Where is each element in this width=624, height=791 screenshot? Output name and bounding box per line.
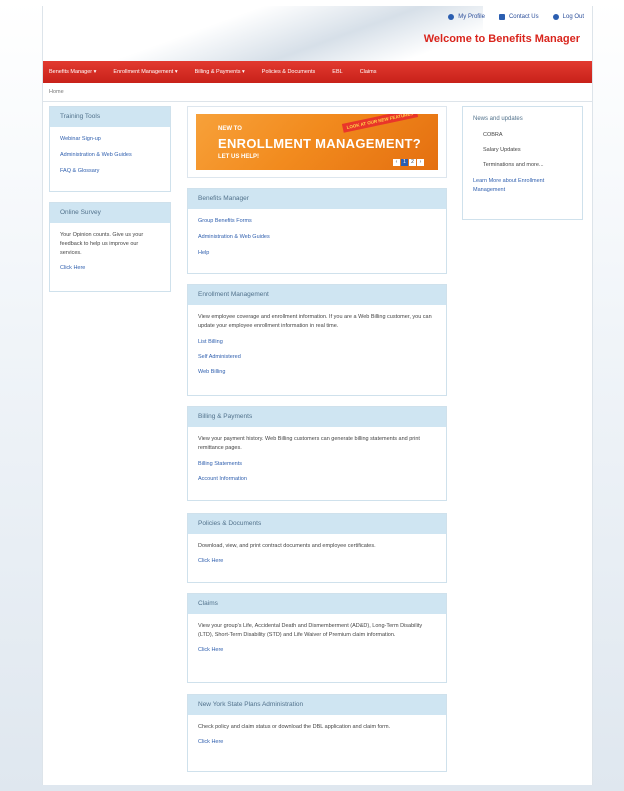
news-item-terminations: Terminations and more... (483, 162, 544, 168)
self-administered-link[interactable]: Self Administered (198, 353, 436, 362)
contact-us-link[interactable]: Contact Us (498, 14, 539, 20)
news-item-cobra: COBRA (483, 132, 503, 138)
online-survey-title: Online Survey (50, 203, 170, 223)
policies-documents-panel: Policies & Documents Download, view, and… (187, 513, 447, 583)
online-survey-panel: Online Survey Your Opinion counts. Give … (49, 202, 171, 292)
news-updates-panel: News and updates COBRA Salary Updates Te… (462, 106, 583, 220)
breadcrumb-home[interactable]: Home (49, 89, 64, 95)
claims-text: View your group's Life, Accidental Death… (198, 623, 423, 638)
survey-click-here-link[interactable]: Click Here (60, 264, 160, 273)
nav-enrollment-management[interactable]: Enrollment Management ▾ (113, 69, 177, 75)
main-nav: Benefits Manager ▾ Enrollment Management… (43, 61, 592, 83)
banner-headline: ENROLLMENT MANAGEMENT? (218, 136, 422, 151)
news-item-salary: Salary Updates (483, 147, 521, 153)
claims-panel: Claims View your group's Life, Accidenta… (187, 593, 447, 683)
nav-benefits-manager[interactable]: Benefits Manager ▾ (49, 69, 96, 75)
top-links: My Profile Contact Us Log Out (448, 14, 584, 20)
enrollment-management-title: Enrollment Management (188, 285, 446, 305)
web-billing-link[interactable]: Web Billing (198, 368, 436, 377)
banner-next-button[interactable]: › (417, 159, 424, 166)
welcome-title: Welcome to Benefits Manager (423, 33, 580, 45)
billing-statements-link[interactable]: Billing Statements (198, 460, 436, 469)
policies-text: Download, view, and print contract docum… (198, 543, 376, 549)
nav-claims[interactable]: Claims (360, 69, 377, 75)
learn-more-enrollment-link[interactable]: Learn More about Enrollment Management (473, 177, 572, 195)
policies-click-here-link[interactable]: Click Here (198, 557, 436, 566)
banner-prev-button[interactable]: ‹ (393, 159, 400, 166)
banner-line3: LET US HELP! (218, 154, 260, 160)
news-title: News and updates (473, 116, 523, 122)
nys-plans-title: New York State Plans Administration (188, 695, 446, 715)
claims-click-here-link[interactable]: Click Here (198, 646, 436, 655)
nav-billing-payments[interactable]: Billing & Payments ▾ (195, 69, 245, 75)
benefits-manager-title: Benefits Manager (188, 189, 446, 209)
billing-text: View your payment history. Web Billing c… (198, 436, 420, 451)
logout-icon (552, 14, 559, 20)
policies-documents-title: Policies & Documents (188, 514, 446, 534)
admin-web-guides-link[interactable]: Administration & Web Guides (60, 151, 160, 160)
news-list: COBRA Salary Updates Terminations and mo… (473, 131, 572, 170)
breadcrumb: Home (43, 84, 592, 102)
nav-policies-documents[interactable]: Policies & Documents (262, 69, 316, 75)
mail-icon (498, 14, 505, 20)
enrollment-banner[interactable]: NEW TO ENROLLMENT MANAGEMENT? LET US HEL… (196, 114, 438, 170)
log-out-link[interactable]: Log Out (552, 14, 584, 20)
nys-click-here-link[interactable]: Click Here (198, 738, 436, 747)
nys-text: Check policy and claim status or downloa… (198, 724, 391, 730)
survey-text: Your Opinion counts. Give us your feedba… (60, 232, 144, 256)
banner-page-2[interactable]: 2 (409, 159, 416, 166)
admin-guides-link[interactable]: Administration & Web Guides (198, 233, 436, 242)
banner-line1: NEW TO (218, 126, 242, 132)
claims-title: Claims (188, 594, 446, 614)
webinar-signup-link[interactable]: Webinar Sign-up (60, 135, 160, 144)
nys-plans-panel: New York State Plans Administration Chec… (187, 694, 447, 772)
banner-badge: LOOK AT OUR NEW FEATURES (341, 114, 419, 133)
user-icon (448, 14, 455, 20)
benefits-manager-panel: Benefits Manager Group Benefits Forms Ad… (187, 188, 447, 274)
billing-payments-title: Billing & Payments (188, 407, 446, 427)
banner-page-1[interactable]: 1 (401, 159, 408, 166)
enrollment-text: View employee coverage and enrollment in… (198, 314, 432, 329)
training-tools-panel: Training Tools Webinar Sign-up Administr… (49, 106, 171, 192)
banner-pager: ‹ 1 2 › (393, 159, 424, 166)
help-link[interactable]: Help (198, 249, 436, 258)
enrollment-management-panel: Enrollment Management View employee cove… (187, 284, 447, 396)
group-benefits-forms-link[interactable]: Group Benefits Forms (198, 217, 436, 226)
faq-glossary-link[interactable]: FAQ & Glossary (60, 167, 160, 176)
account-information-link[interactable]: Account Information (198, 475, 436, 484)
training-tools-title: Training Tools (50, 107, 170, 127)
list-billing-link[interactable]: List Billing (198, 338, 436, 347)
billing-payments-panel: Billing & Payments View your payment his… (187, 406, 447, 501)
my-profile-link[interactable]: My Profile (448, 14, 485, 20)
nav-ebl[interactable]: EBL (332, 69, 342, 75)
